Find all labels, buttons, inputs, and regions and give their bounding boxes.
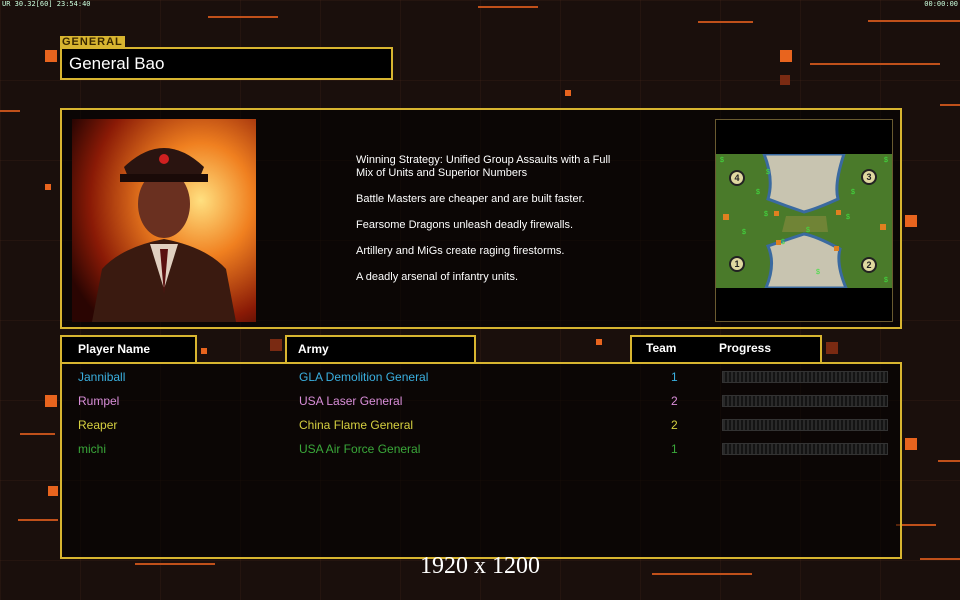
general-description: Winning Strategy: Unified Group Assaults…: [356, 154, 636, 297]
player-army: China Flame General: [299, 418, 414, 432]
player-team: 1: [671, 370, 678, 384]
player-row[interactable]: Janniball GLA Demolition General 1: [62, 366, 900, 386]
header-label: Player Name: [78, 342, 151, 356]
player-name: michi: [78, 442, 107, 456]
decor-square: [48, 486, 58, 496]
player-name: Janniball: [78, 370, 126, 384]
description-line: Artillery and MiGs create raging firesto…: [356, 245, 565, 257]
decor-square: [780, 75, 790, 85]
general-portrait: [72, 119, 256, 322]
decor-square: [596, 339, 602, 345]
decor-square: [45, 395, 57, 407]
description-line: Fearsome Dragons unleash deadly firewall…: [356, 219, 574, 231]
decor-line: [938, 460, 960, 462]
fps-readout: UR 30.32[60] 23:54:40: [2, 0, 91, 8]
svg-text:$: $: [816, 269, 820, 276]
map-preview: 4 3 1 2 $ $ $ $ $ $ $ $ $ $ $ $: [715, 119, 893, 322]
player-row[interactable]: michi USA Air Force General 1: [62, 438, 900, 458]
player-army: GLA Demolition General: [299, 370, 429, 384]
player-list: Janniball GLA Demolition General 1 Rumpel US…: [60, 362, 902, 559]
header-label-team: Team: [646, 341, 677, 355]
svg-text:$: $: [781, 239, 785, 246]
svg-text:$: $: [884, 277, 888, 284]
header-label: Army: [298, 342, 329, 356]
decor-line: [208, 16, 278, 18]
player-row[interactable]: Rumpel USA Laser General 2: [62, 390, 900, 410]
header-label-progress: Progress: [719, 341, 772, 355]
decor-square: [270, 339, 282, 351]
svg-text:$: $: [884, 157, 888, 164]
decor-line: [868, 20, 960, 22]
progress-bar: [722, 371, 888, 383]
general-title-box: General Bao: [60, 47, 393, 80]
decor-square: [45, 184, 51, 190]
start-position-2: 2: [866, 260, 871, 270]
player-team: 2: [671, 394, 678, 408]
clock-readout: 00:00:00: [924, 0, 958, 8]
general-name: General Bao: [69, 54, 165, 73]
decor-line: [940, 104, 960, 106]
player-name: Reaper: [78, 418, 118, 432]
decor-square: [45, 50, 57, 62]
svg-text:$: $: [764, 211, 768, 218]
progress-bar: [722, 443, 888, 455]
decor-square: [826, 342, 838, 354]
description-line: A deadly arsenal of infantry units.: [356, 271, 519, 283]
description-line: Winning Strategy: Unified Group Assaults…: [356, 154, 611, 179]
svg-text:$: $: [742, 229, 746, 236]
player-team: 1: [671, 442, 678, 456]
player-row[interactable]: Reaper China Flame General 2: [62, 414, 900, 434]
start-position-3: 3: [866, 172, 871, 182]
player-team: 2: [671, 418, 678, 432]
decor-square: [565, 90, 571, 96]
player-army: USA Laser General: [299, 394, 403, 408]
start-position-4: 4: [734, 173, 739, 183]
header-team-progress[interactable]: Team Progress: [630, 335, 822, 364]
header-army[interactable]: Army: [285, 335, 476, 364]
progress-bar: [722, 419, 888, 431]
svg-text:$: $: [846, 214, 850, 221]
header-player-name[interactable]: Player Name: [60, 335, 197, 364]
decor-line: [698, 21, 753, 23]
player-name: Rumpel: [78, 394, 120, 408]
decor-line: [20, 433, 55, 435]
decor-line: [896, 524, 936, 526]
decor-square: [905, 215, 917, 227]
decor-line: [810, 63, 940, 65]
resolution-label: 1920 x 1200: [420, 553, 540, 579]
status-bar: UR 30.32[60] 23:54:40 00:00:00: [0, 0, 960, 8]
svg-text:$: $: [806, 227, 810, 234]
player-army: USA Air Force General: [299, 442, 421, 456]
decor-square: [905, 438, 917, 450]
progress-bar: [722, 395, 888, 407]
svg-text:$: $: [766, 169, 770, 176]
svg-text:$: $: [756, 189, 760, 196]
decor-square: [201, 348, 207, 354]
general-info-panel: Winning Strategy: Unified Group Assaults…: [60, 108, 902, 329]
description-line: Battle Masters are cheaper and are built…: [356, 193, 585, 205]
svg-text:$: $: [851, 189, 855, 196]
start-position-1: 1: [734, 259, 739, 269]
svg-text:$: $: [720, 157, 724, 164]
decor-line: [18, 519, 58, 521]
decor-line: [0, 110, 20, 112]
decor-square: [780, 50, 792, 62]
